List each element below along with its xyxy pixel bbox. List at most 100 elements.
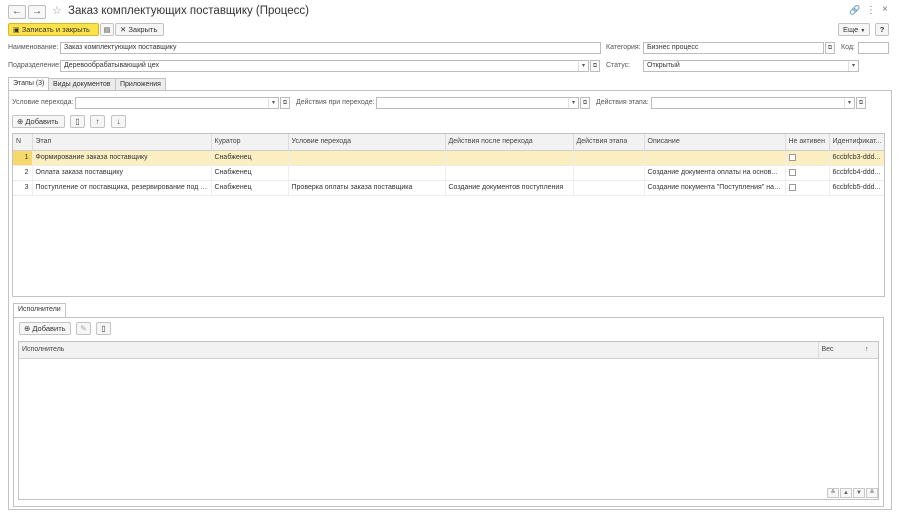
scroll-first-icon[interactable]: ≚ bbox=[827, 488, 839, 498]
row-stage-actions bbox=[573, 150, 645, 166]
col-header-weight[interactable]: Вес ↑ bbox=[818, 342, 878, 359]
category-field[interactable]: Бизнес процесс bbox=[643, 42, 824, 54]
stage-actions-filter-field[interactable]: ▾ bbox=[651, 97, 855, 109]
help-button[interactable]: ? bbox=[875, 23, 889, 36]
add-stage-button[interactable]: ⊕ Добавить bbox=[12, 115, 65, 128]
more-label: Еще bbox=[843, 25, 859, 34]
close-button[interactable]: ✕ Закрыть bbox=[115, 23, 164, 36]
col-header-curator[interactable]: Куратор bbox=[211, 134, 289, 151]
delete-stage-button[interactable]: ▯ bbox=[70, 115, 85, 128]
forward-button[interactable]: → bbox=[28, 5, 46, 19]
row-stage-actions bbox=[573, 180, 645, 196]
condition-dropdown-icon[interactable]: ▾ bbox=[268, 98, 278, 108]
stage-actions-filter-label: Действия этапа: bbox=[596, 99, 649, 106]
col-header-stage[interactable]: Этап bbox=[32, 134, 212, 151]
category-label: Категория: bbox=[606, 44, 641, 51]
inactive-checkbox[interactable] bbox=[788, 183, 796, 191]
transition-actions-filter-field[interactable]: ▾ bbox=[376, 97, 579, 109]
row-stage: Оплата заказа поставщику bbox=[32, 165, 212, 181]
plus-circle-icon: ⊕ bbox=[17, 117, 24, 126]
name-label: Наименование: bbox=[8, 44, 59, 51]
division-label: Подразделение: bbox=[8, 62, 61, 69]
back-arrow-icon: ← bbox=[12, 6, 22, 17]
edit-performer-button[interactable]: ✎ bbox=[76, 322, 91, 335]
row-condition bbox=[288, 165, 446, 181]
status-field[interactable]: Открытый ▾ bbox=[643, 60, 859, 72]
row-curator: Снабженец bbox=[211, 165, 289, 181]
forward-arrow-icon: → bbox=[32, 6, 42, 17]
col-header-inactive[interactable]: Не активен bbox=[785, 134, 830, 151]
status-dropdown-icon[interactable]: ▾ bbox=[848, 61, 858, 71]
more-button[interactable]: Еще ▼ bbox=[838, 23, 870, 36]
stage-actions-dropdown-icon[interactable]: ▾ bbox=[844, 98, 854, 108]
performers-header-row: Исполнитель Вес ↑ bbox=[19, 342, 878, 359]
close-window-icon[interactable]: × bbox=[882, 4, 888, 15]
performers-table-container: Исполнитель Вес ↑ bbox=[18, 341, 879, 500]
row-curator: Снабженец bbox=[211, 180, 289, 196]
window-title: Заказ комплектующих поставщику (Процесс) bbox=[68, 5, 309, 17]
add-stage-label: Добавить bbox=[25, 117, 59, 126]
chevron-down-icon: ▼ bbox=[860, 28, 866, 34]
save-and-close-button[interactable]: ▣ Записать и закрыть bbox=[8, 23, 99, 36]
status-label: Статус: bbox=[606, 62, 631, 69]
row-condition: Проверка оплаты заказа поставщика bbox=[288, 180, 446, 196]
sort-ascending-icon: ↑ bbox=[865, 346, 869, 354]
col-header-stage-actions[interactable]: Действия этапа bbox=[573, 134, 645, 151]
table-row[interactable]: 2 Оплата заказа поставщику Снабженец Соз… bbox=[13, 165, 884, 181]
stage-actions-open-icon[interactable]: ⧉ bbox=[856, 97, 866, 109]
col-header-identifier[interactable]: Идентификат... bbox=[829, 134, 884, 151]
row-inactive-cell bbox=[785, 165, 830, 181]
delete-performer-button[interactable]: ▯ bbox=[96, 322, 111, 335]
favorite-star-icon[interactable]: ☆ bbox=[52, 4, 62, 17]
scroll-up-icon[interactable]: ▲ bbox=[840, 488, 852, 498]
transition-actions-open-icon[interactable]: ⧉ bbox=[580, 97, 590, 109]
division-value: Деревообрабатывающий цех bbox=[64, 62, 159, 69]
back-button[interactable]: ← bbox=[8, 5, 26, 19]
stages-header-row: N Этап Куратор Условие перехода Действия… bbox=[13, 134, 884, 151]
add-performer-label: Добавить bbox=[32, 324, 66, 333]
row-description: Создание покумента "Поступления" на ... bbox=[644, 180, 786, 196]
code-field[interactable] bbox=[858, 42, 889, 54]
col-header-after-actions[interactable]: Действия после перехода bbox=[445, 134, 574, 151]
scroll-down-icon[interactable]: ▼ bbox=[853, 488, 865, 498]
row-stage-actions bbox=[573, 165, 645, 181]
inactive-checkbox[interactable] bbox=[788, 168, 796, 176]
arrow-up-icon: ↑ bbox=[95, 117, 100, 126]
division-dropdown-icon[interactable]: ▾ bbox=[578, 61, 588, 71]
division-open-icon[interactable]: ⧉ bbox=[590, 60, 600, 72]
category-open-icon[interactable]: ⧉ bbox=[825, 42, 835, 54]
plus-circle-icon: ⊕ bbox=[24, 324, 31, 333]
row-after-actions bbox=[445, 165, 574, 181]
col-header-weight-label: Вес bbox=[821, 346, 834, 354]
condition-filter-field[interactable]: ▾ bbox=[75, 97, 279, 109]
row-stage: Поступление от поставщика, резервировани… bbox=[32, 180, 212, 196]
inactive-checkbox[interactable] bbox=[788, 153, 796, 161]
row-identifier: 6ccbfcb5-ddd... bbox=[829, 180, 884, 196]
col-header-n[interactable]: N bbox=[13, 134, 33, 151]
move-up-button[interactable]: ↑ bbox=[90, 115, 105, 128]
row-curator: Снабженец bbox=[211, 150, 289, 166]
row-number: 2 bbox=[13, 165, 33, 181]
condition-open-icon[interactable]: ⧉ bbox=[280, 97, 290, 109]
col-header-description[interactable]: Описание bbox=[644, 134, 786, 151]
add-performer-button[interactable]: ⊕ Добавить bbox=[19, 322, 71, 335]
tab-performers[interactable]: Исполнители bbox=[13, 303, 66, 317]
col-header-condition[interactable]: Условие перехода bbox=[288, 134, 446, 151]
status-value: Открытый bbox=[647, 62, 680, 69]
table-row[interactable]: 3 Поступление от поставщика, резервирова… bbox=[13, 180, 884, 196]
table-row[interactable]: 1 Формирование заказа поставщику Снабжен… bbox=[13, 150, 884, 166]
pencil-icon: ✎ bbox=[80, 324, 87, 333]
code-label: Код: bbox=[841, 44, 855, 51]
condition-filter-label: Условие перехода: bbox=[12, 99, 74, 106]
col-header-performer[interactable]: Исполнитель bbox=[19, 342, 819, 359]
tab-stages[interactable]: Этапы (3) bbox=[8, 77, 50, 91]
scroll-last-icon[interactable]: ≚ bbox=[866, 488, 878, 498]
transition-actions-dropdown-icon[interactable]: ▾ bbox=[568, 98, 578, 108]
row-description bbox=[644, 150, 786, 166]
link-icon[interactable]: 🔗 bbox=[849, 5, 860, 16]
save-button[interactable]: ▤ bbox=[100, 23, 114, 36]
name-field[interactable]: Заказ комплектующих поставщику bbox=[60, 42, 601, 54]
division-field[interactable]: Деревообрабатывающий цех ▾ bbox=[60, 60, 589, 72]
move-down-button[interactable]: ↓ bbox=[111, 115, 126, 128]
more-menu-icon[interactable]: ⋮ bbox=[866, 5, 876, 16]
